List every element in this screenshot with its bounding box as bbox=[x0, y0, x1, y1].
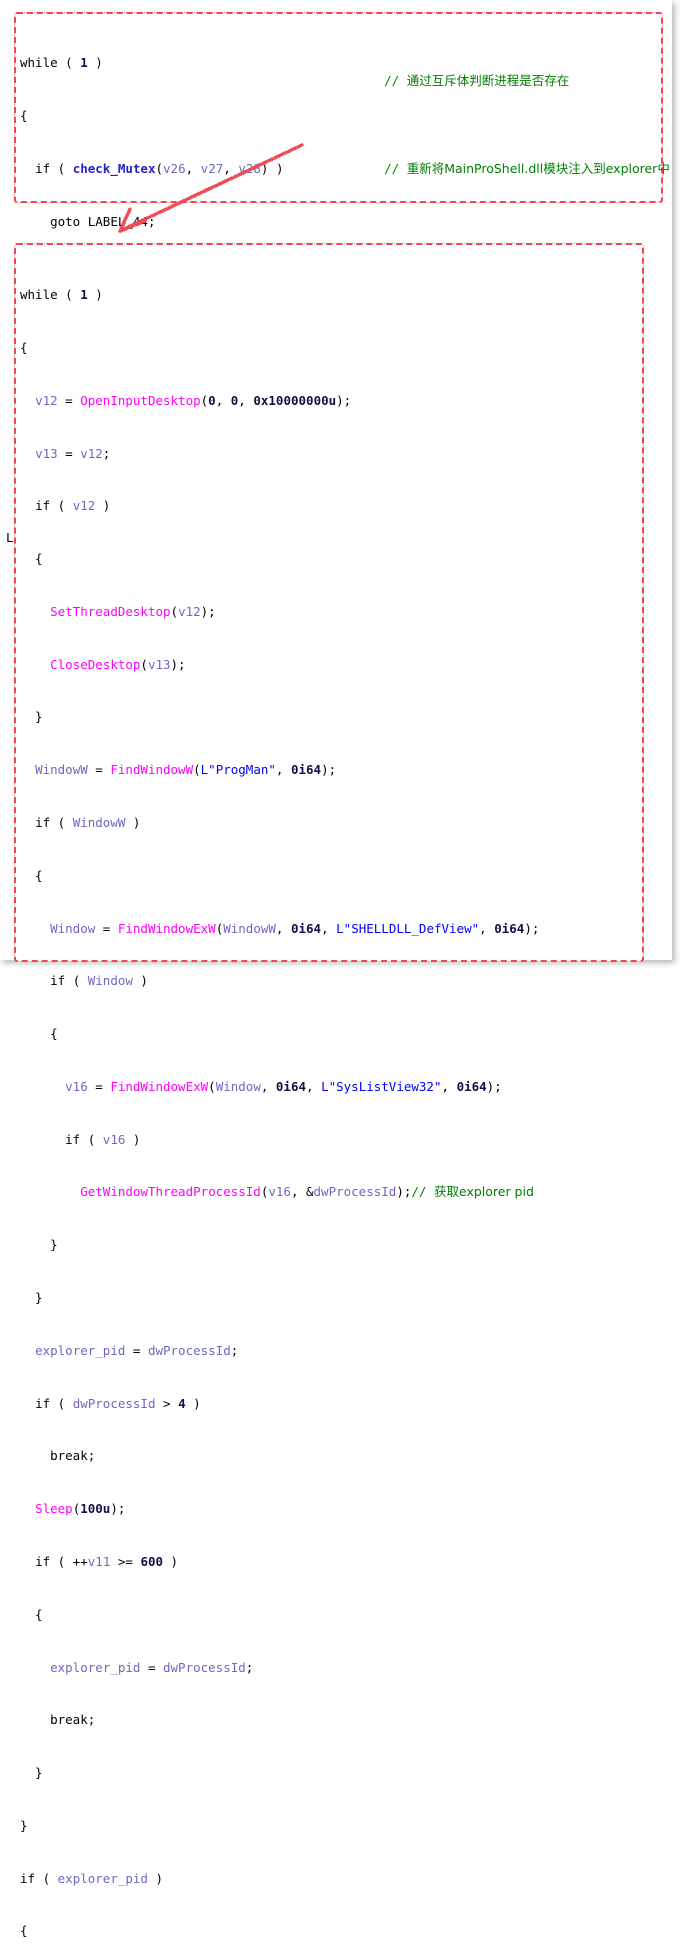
code-line: if ( v16 ) bbox=[65, 1131, 141, 1147]
code-line: SetThreadDesktop(v12); bbox=[50, 603, 216, 619]
code-line: { bbox=[20, 1923, 28, 1939]
code-line: v16 = FindWindowExW(Window, 0i64, L"SysL… bbox=[65, 1078, 502, 1094]
code-line: } bbox=[20, 1765, 43, 1781]
code-line: { bbox=[20, 1026, 58, 1042]
code-line: { bbox=[20, 1606, 43, 1622]
code-line: if ( Window ) bbox=[50, 973, 148, 989]
comment-text: 通过互斥体判断进程是否存在 bbox=[406, 72, 570, 88]
code-line: break; bbox=[50, 1448, 96, 1464]
annotation-box-upper: while ( 1 ) { if ( check_Mutex(v26, v27,… bbox=[6, 12, 670, 651]
code-line: Window = FindWindowExW(WindowW, 0i64, L"… bbox=[50, 920, 540, 936]
code-line: while ( 1 ) bbox=[20, 287, 103, 303]
code-line: { bbox=[20, 551, 43, 567]
code-line: break; bbox=[50, 1712, 96, 1728]
code-line: if ( dwProcessId > 4 ) bbox=[35, 1395, 201, 1411]
code-line: if ( explorer_pid ) bbox=[20, 1870, 164, 1886]
code-listing-lower: while ( 1 ) { v12 = OpenInputDesktop(0, … bbox=[16, 245, 646, 1956]
code-line: { bbox=[20, 867, 43, 883]
comment-mutex-check: // 通过互斥体判断进程是否存在 bbox=[384, 72, 570, 88]
annotation-box-lower: while ( 1 ) { v12 = OpenInputDesktop(0, … bbox=[14, 243, 644, 1938]
code-line: v13 = v12; bbox=[35, 445, 111, 461]
code-line: } bbox=[20, 1237, 58, 1253]
code-line: { bbox=[20, 339, 28, 355]
code-line: goto LABEL_44; bbox=[50, 213, 156, 229]
code-line: WindowW = FindWindowW(L"ProgMan", 0i64); bbox=[35, 762, 337, 778]
code-line: Sleep(100u); bbox=[35, 1501, 126, 1517]
comment-text: 重新将MainProShell.dll模块注入到explorer中 bbox=[406, 160, 670, 176]
code-line: v12 = OpenInputDesktop(0, 0, 0x10000000u… bbox=[35, 392, 352, 408]
code-line: } bbox=[20, 1290, 43, 1306]
code-line: explorer_pid = dwProcessId; bbox=[50, 1659, 254, 1675]
code-line: CloseDesktop(v13); bbox=[50, 656, 186, 672]
code-line: explorer_pid = dwProcessId; bbox=[35, 1342, 239, 1358]
comment-reinject-module: // 重新将MainProShell.dll模块注入到explorer中 bbox=[384, 160, 670, 176]
code-line: if ( ++v11 >= 600 ) bbox=[35, 1553, 179, 1569]
code-line: } bbox=[20, 709, 43, 725]
code-line: GetWindowThreadProcessId(v16, &dwProcess… bbox=[80, 1184, 534, 1200]
comment-get-pid: 获取explorer pid bbox=[433, 1184, 534, 1200]
code-line: } bbox=[20, 1817, 28, 1833]
code-line: if ( v12 ) bbox=[35, 498, 111, 514]
code-line: { bbox=[20, 107, 28, 123]
code-line: if ( WindowW ) bbox=[35, 815, 141, 830]
